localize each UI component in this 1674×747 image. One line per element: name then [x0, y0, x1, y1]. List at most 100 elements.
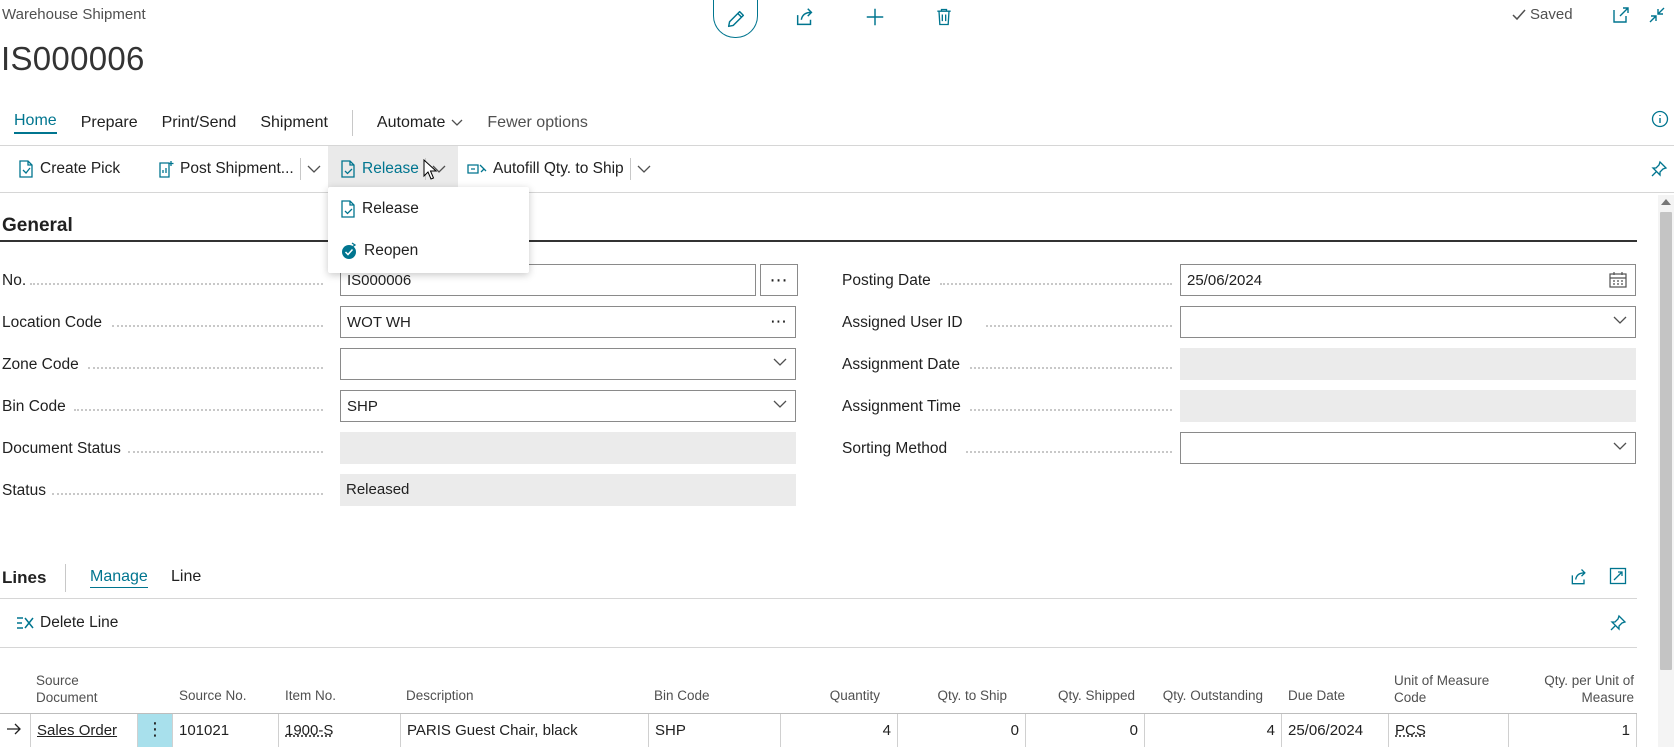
sorting-method-field[interactable] [1180, 432, 1636, 464]
col-header-qty-to-ship[interactable]: Qty. to Ship [900, 687, 1007, 704]
post-shipment-label: Post Shipment... [180, 160, 294, 177]
saved-status: Saved [1512, 6, 1573, 23]
calendar-icon[interactable] [1609, 272, 1627, 288]
cell-quantity[interactable]: 4 [780, 714, 897, 747]
release-document-icon [341, 160, 355, 178]
col-header-qty-outstanding[interactable]: Qty. Outstanding [1140, 687, 1263, 704]
release-document-icon [341, 200, 355, 218]
chevron-down-icon[interactable] [307, 165, 321, 174]
lines-tab-line[interactable]: Line [171, 568, 201, 586]
location-code-label: Location Code [2, 314, 102, 331]
delete-line-icon [17, 617, 34, 629]
assignment-time-label: Assignment Time [842, 398, 961, 415]
cell-bin-code[interactable]: SHP [648, 714, 780, 747]
fewer-options-link[interactable]: Fewer options [487, 114, 588, 132]
menu-item-reopen[interactable]: Reopen [340, 242, 418, 260]
delete-line-button[interactable]: Delete Line [16, 599, 118, 647]
delete-button[interactable] [932, 5, 956, 29]
pin-action-bar-button[interactable] [1650, 146, 1668, 192]
open-new-window-button[interactable] [1612, 6, 1630, 24]
col-header-uom-code[interactable]: Unit of Measure Code [1394, 672, 1494, 706]
info-button[interactable] [1651, 110, 1669, 128]
location-code-field[interactable]: WOT WH ⋯ [340, 306, 796, 338]
create-pick-icon [19, 160, 33, 178]
autofill-qty-to-ship-button[interactable]: Autofill Qty. to Ship [467, 146, 651, 192]
lines-share-button[interactable] [1569, 567, 1589, 587]
col-header-description[interactable]: Description [406, 687, 474, 704]
col-header-source-no[interactable]: Source No. [179, 687, 247, 704]
release-button[interactable]: Release [328, 146, 458, 192]
menu-item-release-label: Release [362, 200, 419, 217]
pencil-icon [727, 10, 744, 27]
cell-qty-shipped[interactable]: 0 [1025, 714, 1144, 747]
share-icon [1571, 569, 1586, 585]
create-pick-button[interactable]: Create Pick [18, 146, 120, 192]
leader-dots [52, 493, 323, 495]
bin-code-field[interactable]: SHP [340, 390, 796, 422]
tab-shipment[interactable]: Shipment [260, 114, 328, 132]
triangle-up-icon [1661, 199, 1671, 205]
row-actions-button[interactable]: ⋮ [137, 714, 172, 747]
cell-uom-code[interactable]: PCS [1388, 714, 1508, 747]
collapse-icon [1649, 7, 1665, 23]
assigned-user-id-field[interactable] [1180, 306, 1636, 338]
leader-dots [74, 409, 323, 411]
bin-code-value: SHP [347, 398, 378, 415]
tab-automate[interactable]: Automate [377, 114, 463, 132]
cell-source-no[interactable]: 101021 [172, 714, 278, 747]
tab-home[interactable]: Home [14, 112, 57, 134]
ellipsis-icon[interactable]: ⋯ [770, 312, 787, 332]
arrow-right-icon [7, 723, 21, 735]
share-button[interactable] [793, 5, 817, 29]
cell-source-document[interactable]: Sales Order [30, 714, 137, 747]
cell-item-no[interactable]: 1900-S [278, 714, 400, 747]
col-header-bin-code[interactable]: Bin Code [654, 687, 710, 704]
general-section-divider [0, 240, 1637, 242]
new-button[interactable] [863, 5, 887, 29]
leader-dots [30, 283, 323, 285]
create-pick-label: Create Pick [40, 160, 121, 177]
zone-code-field[interactable] [340, 348, 796, 380]
pin-icon [1610, 614, 1627, 631]
cell-qty-per-uom[interactable]: 1 [1508, 714, 1637, 747]
collapse-button[interactable] [1648, 6, 1666, 24]
col-header-source-document[interactable]: Source Document [36, 672, 136, 706]
col-header-item-no[interactable]: Item No. [285, 687, 336, 704]
autofill-icon [467, 164, 487, 174]
cell-qty-to-ship[interactable]: 0 [897, 714, 1025, 747]
status-label: Status [2, 482, 46, 499]
tab-prepare[interactable]: Prepare [81, 114, 138, 132]
location-code-value: WOT WH [347, 314, 411, 331]
edit-button[interactable] [713, 0, 758, 38]
col-header-qty-per-uom[interactable]: Qty. per Unit of Measure [1505, 672, 1634, 706]
assignment-date-label: Assignment Date [842, 356, 961, 373]
post-shipment-button[interactable]: Post Shipment... [158, 146, 321, 192]
autofill-label: Autofill Qty. to Ship [493, 160, 624, 177]
col-header-qty-shipped[interactable]: Qty. Shipped [1030, 687, 1135, 704]
col-header-quantity[interactable]: Quantity [780, 687, 880, 704]
zone-code-label: Zone Code [2, 356, 79, 373]
col-header-due-date[interactable]: Due Date [1288, 687, 1345, 704]
general-section-title[interactable]: General [2, 215, 73, 237]
menu-item-release[interactable]: Release [340, 200, 419, 218]
table-row[interactable]: Sales Order ⋮ 101021 1900-S PARIS Guest … [0, 713, 1637, 747]
no-assist-edit-button[interactable]: ⋯ [760, 264, 798, 296]
lines-tab-manage[interactable]: Manage [90, 568, 148, 588]
chevron-down-icon[interactable] [637, 165, 651, 174]
scroll-up-arrow[interactable] [1661, 198, 1671, 205]
chevron-down-icon [1613, 316, 1627, 324]
pin-lines-action-bar-button[interactable] [1609, 599, 1627, 647]
posting-date-label: Posting Date [842, 272, 931, 289]
cell-qty-outstanding[interactable]: 4 [1144, 714, 1281, 747]
tab-print-send[interactable]: Print/Send [162, 114, 237, 132]
chevron-down-icon [773, 358, 787, 366]
assignment-date-field [1180, 348, 1636, 380]
scrollbar-thumb[interactable] [1660, 212, 1672, 670]
leader-dots [940, 283, 1172, 285]
leader-dots [970, 409, 1172, 411]
cell-due-date[interactable]: 25/06/2024 [1281, 714, 1388, 747]
posting-date-field[interactable]: 25/06/2024 [1180, 264, 1636, 296]
lines-expand-button[interactable] [1609, 567, 1627, 585]
chevron-down-icon [773, 400, 787, 408]
cell-description[interactable]: PARIS Guest Chair, black [400, 714, 648, 747]
